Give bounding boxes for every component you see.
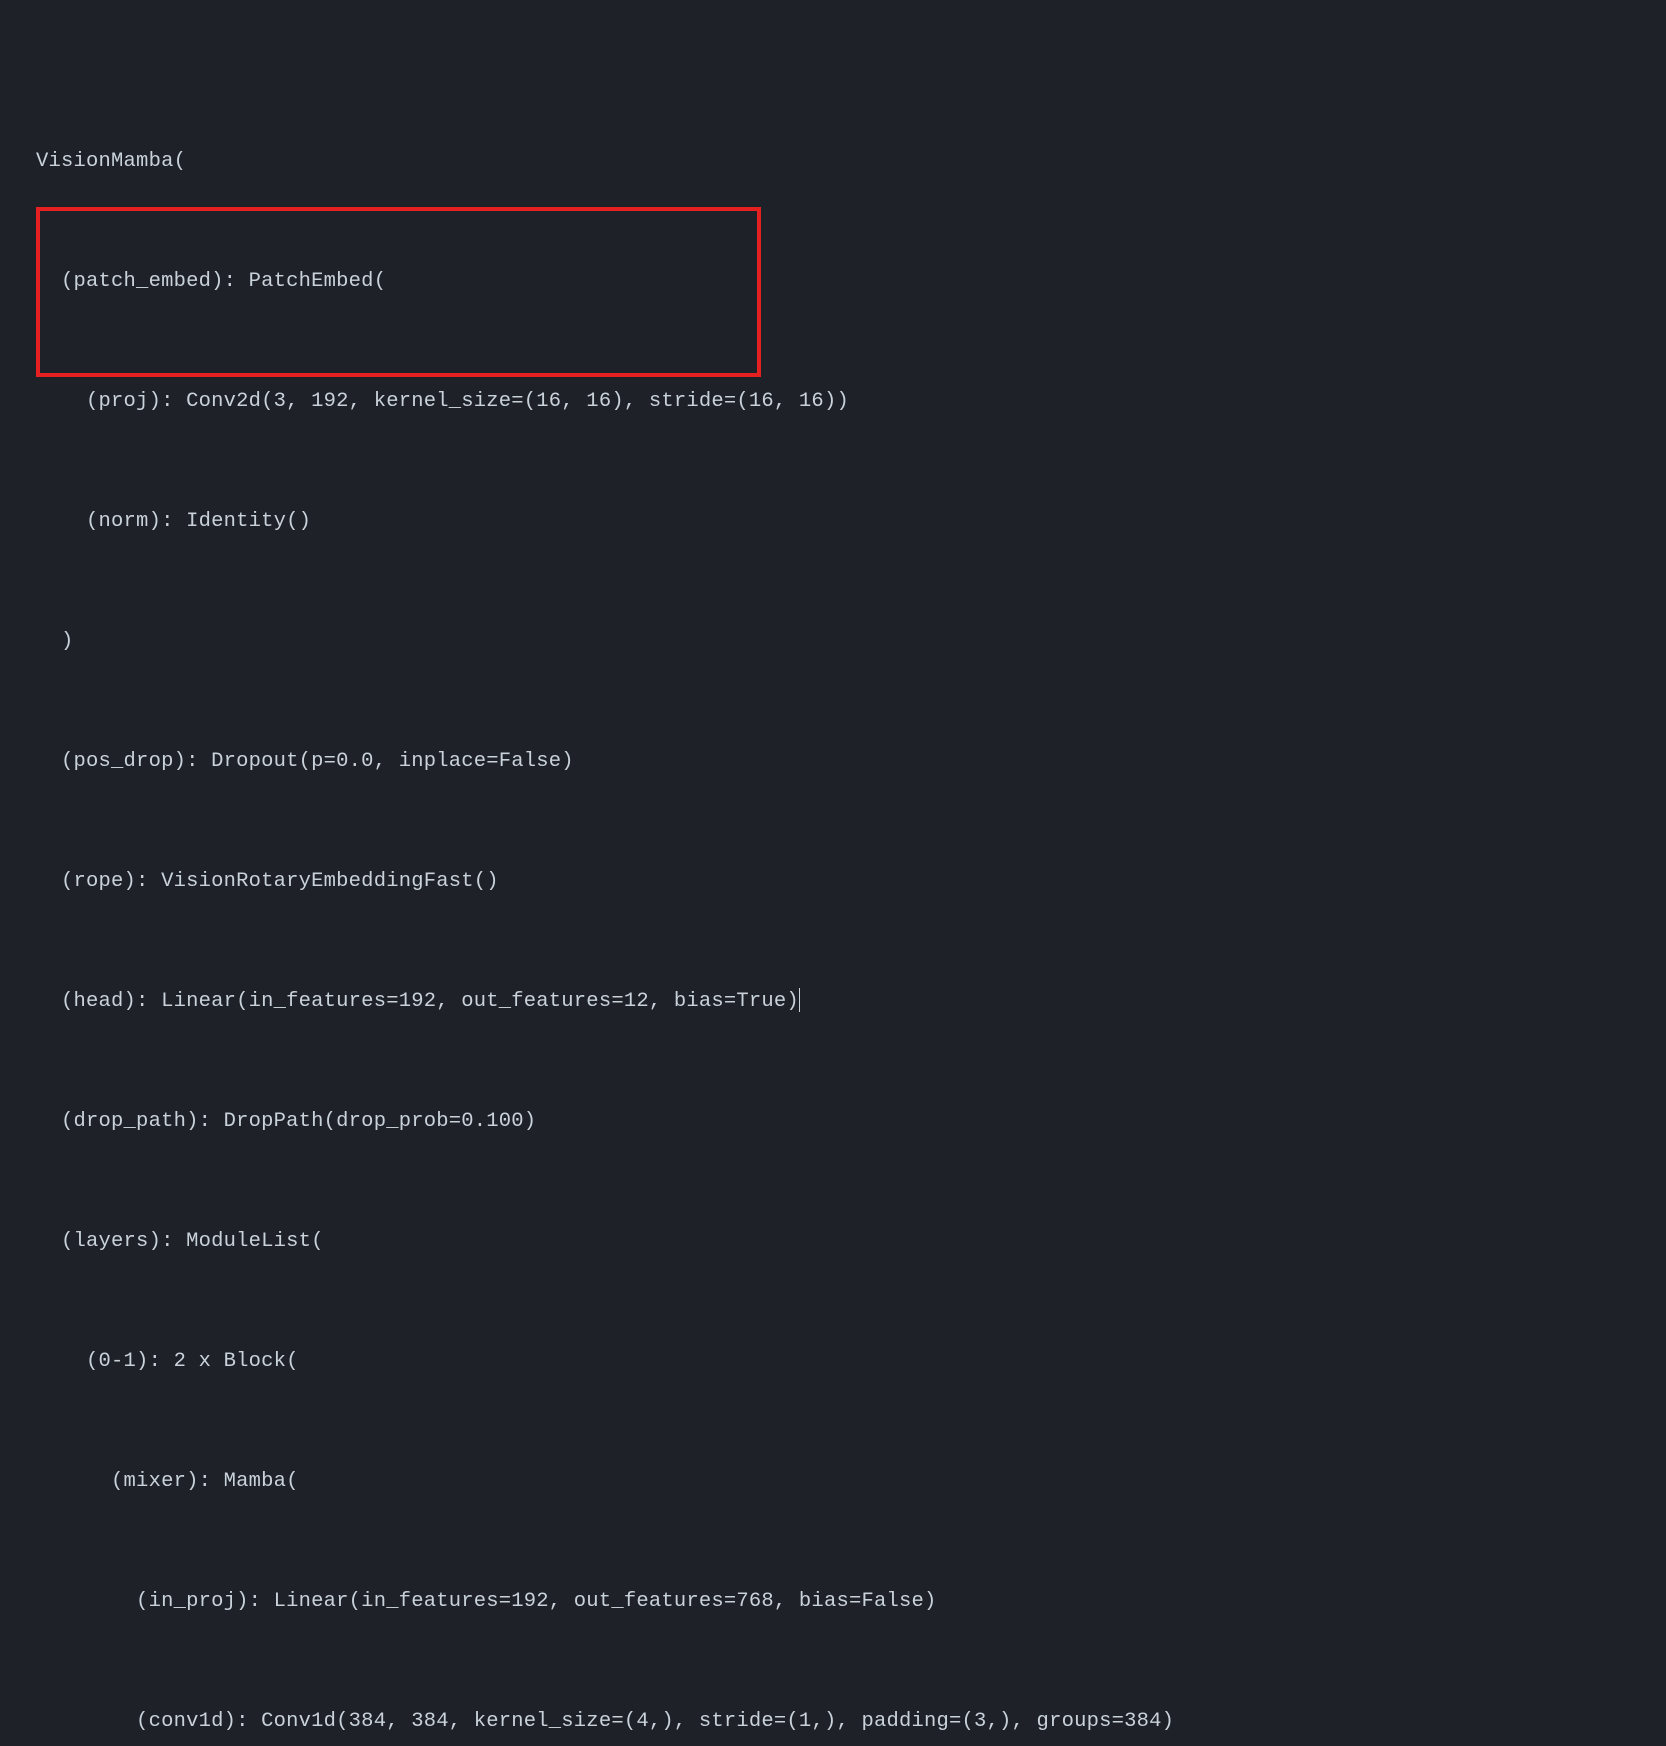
code-line[interactable]: (proj): Conv2d(3, 192, kernel_size=(16, … (36, 382, 1666, 422)
code-line[interactable]: (patch_embed): PatchEmbed( (36, 262, 1666, 302)
code-line[interactable]: (head): Linear(in_features=192, out_feat… (36, 982, 1666, 1022)
code-line[interactable]: (0-1): 2 x Block( (36, 1342, 1666, 1382)
code-line[interactable]: (conv1d): Conv1d(384, 384, kernel_size=(… (36, 1702, 1666, 1742)
code-line[interactable]: (norm): Identity() (36, 502, 1666, 542)
code-line[interactable]: ) (36, 622, 1666, 662)
code-line[interactable]: (drop_path): DropPath(drop_prob=0.100) (36, 1102, 1666, 1142)
code-line[interactable]: (mixer): Mamba( (36, 1462, 1666, 1502)
text-cursor (799, 988, 800, 1012)
code-text: (head): Linear(in_features=192, out_feat… (36, 990, 799, 1013)
code-line[interactable]: (pos_drop): Dropout(p=0.0, inplace=False… (36, 742, 1666, 782)
code-line[interactable]: (layers): ModuleList( (36, 1222, 1666, 1262)
code-line[interactable]: (rope): VisionRotaryEmbeddingFast() (36, 862, 1666, 902)
code-line[interactable]: VisionMamba( (36, 142, 1666, 182)
code-line[interactable]: (in_proj): Linear(in_features=192, out_f… (36, 1582, 1666, 1622)
code-editor-viewport[interactable]: VisionMamba( (patch_embed): PatchEmbed( … (0, 0, 1666, 1746)
